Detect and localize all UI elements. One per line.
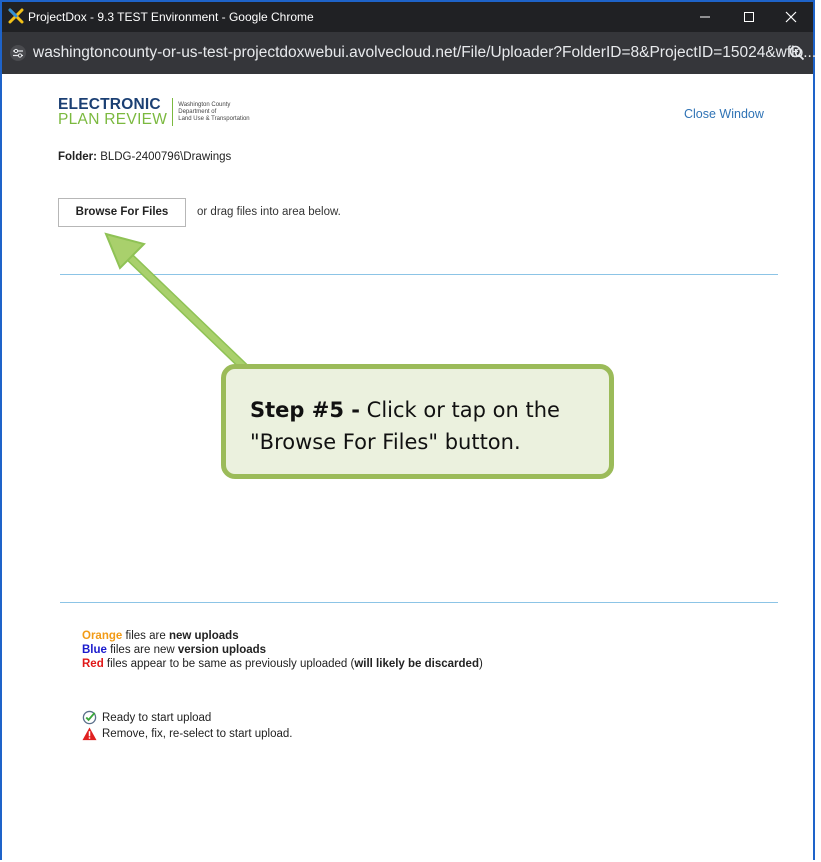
folder-path: Folder: BLDG-2400796\Drawings: [58, 151, 231, 163]
url-text[interactable]: washingtoncounty-or-us-test-projectdoxwe…: [33, 44, 816, 62]
callout-step: Step #5 -: [250, 398, 360, 422]
browse-for-files-button[interactable]: Browse For Files: [58, 198, 186, 227]
folder-label: Folder:: [58, 151, 97, 163]
logo-org2: Department of: [178, 108, 217, 115]
status-fix: Remove, fix, re-select to start upload.: [82, 727, 292, 741]
warning-triangle-icon: [82, 727, 97, 741]
window-title: ProjectDox - 9.3 TEST Environment - Goog…: [28, 10, 314, 24]
minimize-icon: [700, 16, 710, 18]
legend-red: Red files appear to be same as previousl…: [82, 658, 483, 670]
logo-line1: ELECTRONIC: [58, 96, 161, 113]
drop-area-bottom-border: [60, 602, 778, 603]
close-window-link[interactable]: Close Window: [684, 107, 764, 121]
check-circle-icon: [82, 710, 97, 725]
logo-divider: [172, 98, 174, 126]
legend-orange: Orange files are new uploads: [82, 630, 239, 642]
zoom-icon[interactable]: [788, 44, 806, 62]
browser-window: ProjectDox - 9.3 TEST Environment - Goog…: [0, 0, 816, 862]
callout-line2: "Browse For Files" button.: [250, 430, 521, 454]
maximize-button[interactable]: [726, 2, 772, 32]
close-button[interactable]: [768, 2, 814, 32]
minimize-button[interactable]: [682, 2, 728, 32]
maximize-icon: [744, 12, 754, 22]
electronic-plan-review-logo: ELECTRONIC PLAN REVIEW Washington County…: [58, 96, 250, 128]
legend-blue: Blue files are new version uploads: [82, 644, 267, 656]
folder-value: BLDG-2400796\Drawings: [100, 151, 232, 163]
site-info-button[interactable]: [10, 45, 26, 61]
drop-area-top-border: [60, 274, 778, 275]
status-ready: Ready to start upload: [82, 710, 211, 725]
logo-line2: PLAN REVIEW: [58, 111, 168, 128]
file-color-legend: Orange files are new uploads Blue files …: [82, 629, 483, 671]
logo-org3: Land Use & Transportation: [178, 115, 250, 122]
drag-instruction: or drag files into area below.: [197, 206, 341, 218]
title-bar: ProjectDox - 9.3 TEST Environment - Goog…: [2, 2, 813, 32]
step-callout: Step #5 - Click or tap on the "Browse Fo…: [221, 364, 614, 479]
site-settings-icon: [13, 48, 23, 58]
status-ready-text: Ready to start upload: [102, 711, 212, 724]
status-fix-text: Remove, fix, re-select to start upload.: [102, 728, 293, 740]
logo-org1: Washington County: [178, 101, 231, 108]
callout-line1: Step #5 - Click or tap on the: [250, 398, 560, 422]
close-icon: [785, 11, 797, 23]
uploader-page: ELECTRONIC PLAN REVIEW Washington County…: [2, 74, 813, 862]
address-bar: washingtoncounty-or-us-test-projectdoxwe…: [2, 32, 816, 74]
projectdox-app-icon: [8, 8, 24, 24]
